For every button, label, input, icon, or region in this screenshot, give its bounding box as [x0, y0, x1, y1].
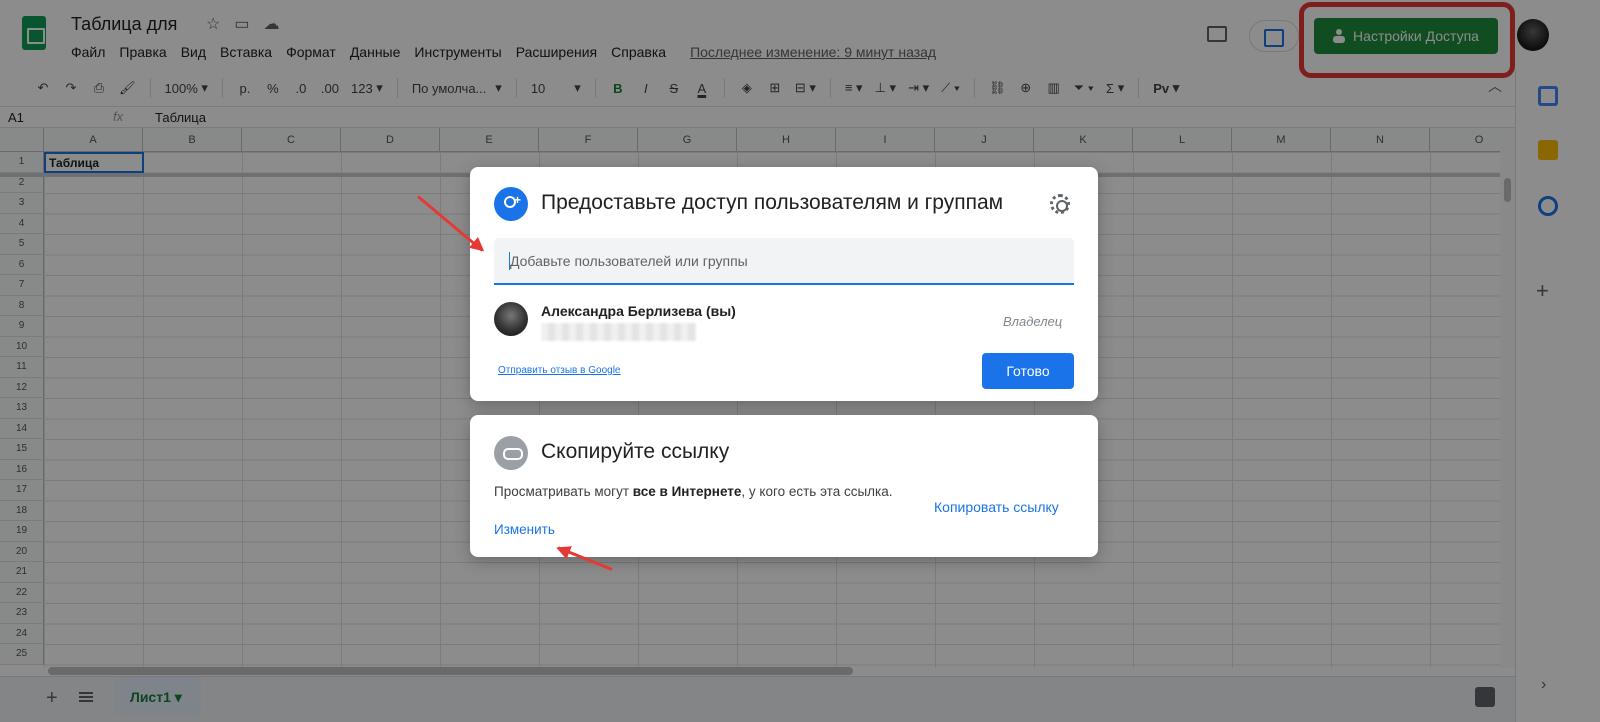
- gear-icon[interactable]: [1050, 194, 1070, 214]
- owner-role: Владелец: [1003, 314, 1063, 329]
- share-dialog: Предоставьте доступ пользователям и груп…: [470, 167, 1098, 401]
- owner-avatar: [494, 302, 528, 336]
- done-button[interactable]: Готово: [982, 353, 1074, 389]
- link-desc-suffix: , у кого есть эта ссылка.: [741, 484, 893, 499]
- owner-email-blurred: [541, 323, 696, 341]
- copy-link-button[interactable]: Копировать ссылку: [934, 499, 1059, 515]
- link-access-description: Просматривать могут все в Интернете, у к…: [494, 482, 894, 502]
- change-access-link[interactable]: Изменить: [494, 522, 555, 537]
- link-desc-bold: все в Интернете: [632, 484, 742, 499]
- copy-link-dialog: Скопируйте ссылку Просматривать могут вс…: [470, 415, 1098, 557]
- spreadsheet-app: Таблица для ☆ ▭ ☁ Файл Правка Вид Вставк…: [0, 0, 1600, 722]
- send-feedback-link[interactable]: Отправить отзыв в Google: [498, 365, 621, 376]
- link-icon: [494, 436, 528, 470]
- add-people-placeholder: Добавьте пользователей или группы: [510, 253, 748, 269]
- owner-name: Александра Берлизева (вы): [541, 303, 736, 319]
- share-dialog-title: Предоставьте доступ пользователям и груп…: [541, 191, 1004, 214]
- copy-link-title: Скопируйте ссылку: [541, 440, 730, 463]
- add-person-icon: [494, 187, 528, 221]
- add-people-input[interactable]: Добавьте пользователей или группы: [494, 238, 1074, 285]
- link-desc-prefix: Просматривать могут: [494, 484, 633, 499]
